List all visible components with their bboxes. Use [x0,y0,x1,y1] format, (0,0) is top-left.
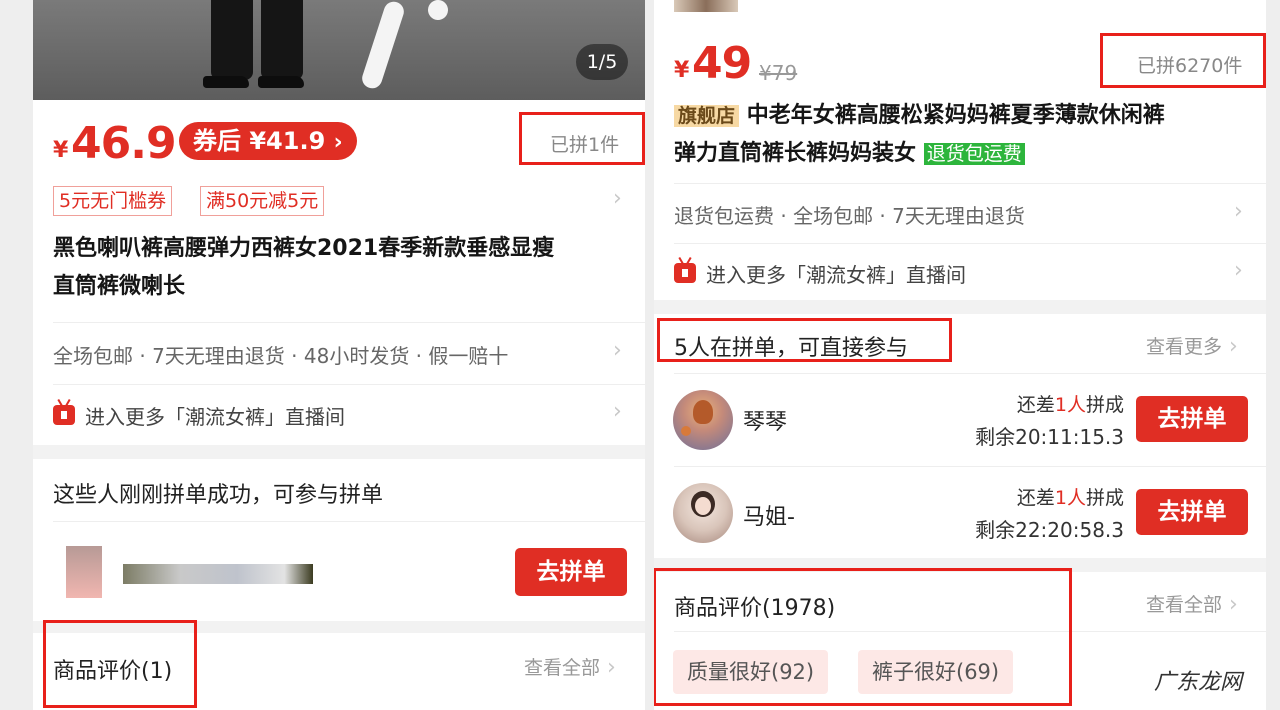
chevron-right-icon: › [1222,592,1238,617]
right-product-panel: ¥ 49 ¥79 已拼6270件 旗舰店 中老年女裤高腰松紧妈妈裤夏季薄款休闲裤… [654,0,1266,710]
need-suffix: 拼成 [1085,487,1124,509]
see-all-label: 查看全部 [1146,594,1223,616]
trouser-leg-left [211,0,253,80]
annotation-box [519,112,645,165]
chevron-right-icon[interactable]: › [613,338,622,363]
chevron-right-icon[interactable]: › [613,186,622,211]
divider [674,243,1266,244]
chevron-right-icon[interactable]: › [1234,258,1243,283]
group-entry: 琴琴 还差1人拼成 剩余20:11:15.3 去拼单 [654,374,1266,466]
price: 49 [692,38,752,89]
group-buy-card: 这些人刚刚拼单成功，可参与拼单 去拼单 [33,459,645,621]
see-all-reviews-link[interactable]: 查看全部 › [524,653,616,680]
left-product-panel: 1/5 ¥ 46.9 券后 ¥41.9 › 已拼1件 5元无门槛券 满50元减5… [33,0,645,710]
avatar [673,390,733,450]
need-number: 1人 [1054,394,1086,416]
annotation-box [43,620,197,708]
product-title-text: 中老年女裤高腰松紧妈妈裤夏季薄款休闲裤 [746,103,1165,128]
service-list[interactable]: 全场包邮 · 7天无理由退货 · 48小时发货 · 假一赔十 [53,340,508,369]
live-room-link[interactable]: 进入更多「潮流女裤」直播间 [85,401,345,430]
see-all-reviews-link[interactable]: 查看全部 › [1146,590,1238,617]
divider [53,322,645,323]
live-tv-icon [674,263,696,283]
blurred-username [123,564,313,584]
live-tv-icon [53,405,75,425]
countdown-timer: 剩余20:11:15.3 [975,425,1124,449]
member-name: 琴琴 [743,410,788,435]
divider [53,384,645,385]
chevron-right-icon: › [333,130,343,155]
join-group-button[interactable]: 去拼单 [1136,396,1248,442]
divider [53,521,645,522]
shoe-right [258,76,304,88]
coupon-price-pill[interactable]: 券后 ¥41.9 › [179,122,357,160]
need-prefix: 还差 [1016,487,1055,509]
coupon-tag[interactable]: 5元无门槛券 [53,186,173,216]
product-image[interactable]: 1/5 [33,0,645,100]
join-group-button[interactable]: 去拼单 [1136,489,1248,535]
product-title-text: 弹力直筒裤长裤妈妈装女 [674,141,917,166]
coupon-price-label: 券后 ¥41.9 [193,127,326,155]
stool-leg [425,0,451,23]
currency-symbol: ¥ [674,58,690,83]
group-entry: 马姐- 还差1人拼成 剩余22:20:58.3 去拼单 [654,467,1266,558]
join-group-button[interactable]: 去拼单 [515,548,627,596]
countdown-timer: 剩余22:20:58.3 [975,518,1124,542]
see-more-link[interactable]: 查看更多 › [1146,332,1238,359]
product-thumbnail[interactable] [674,0,738,12]
annotation-box [1100,33,1266,88]
group-buy-title: 这些人刚刚拼单成功，可参与拼单 [53,483,384,508]
chevron-right-icon[interactable]: › [613,399,622,424]
chevron-right-icon: › [600,655,616,680]
divider [674,183,1266,184]
see-all-label: 查看全部 [524,657,601,679]
discount-tag[interactable]: 满50元减5元 [200,186,325,216]
stool-leg [359,0,407,91]
chevron-right-icon[interactable]: › [1234,199,1243,224]
service-list[interactable]: 退货包运费 · 全场包邮 · 7天无理由退货 [674,200,1025,229]
chevron-right-icon: › [1222,334,1238,359]
need-count: 还差1人拼成 [994,390,1124,417]
blurred-group-user [41,544,331,604]
avatar [673,483,733,543]
product-title-line: 黑色喇叭裤高腰弹力西裤女2021春季新款垂感显瘦 [53,236,555,261]
product-title-line: 旗舰店 中老年女裤高腰松紧妈妈裤夏季薄款休闲裤 [674,97,1254,135]
image-counter: 1/5 [576,44,628,80]
shoe-left [203,76,249,88]
watermark-text: 广东龙网 [1153,670,1242,695]
product-title-line: 弹力直筒裤长裤妈妈装女 退货包运费 [674,135,1254,173]
annotation-box [657,318,952,362]
price: 46.9 [71,118,177,169]
product-title: 旗舰店 中老年女裤高腰松紧妈妈裤夏季薄款休闲裤 弹力直筒裤长裤妈妈装女 退货包运… [674,97,1254,173]
original-price: ¥79 [759,61,798,85]
see-more-label: 查看更多 [1146,336,1223,358]
annotation-box [654,568,1072,706]
product-title-line: 直筒裤微喇长 [53,274,186,299]
need-count: 还差1人拼成 [994,483,1124,510]
need-number: 1人 [1054,487,1086,509]
blurred-avatar [66,546,102,598]
product-title: 黑色喇叭裤高腰弹力西裤女2021春季新款垂感显瘦 直筒裤微喇长 [53,230,633,306]
member-name: 马姐- [743,505,795,530]
flagship-store-badge: 旗舰店 [674,105,740,127]
return-shipping-tag: 退货包运费 [923,143,1025,165]
need-suffix: 拼成 [1085,394,1124,416]
trouser-leg-right [261,0,303,80]
currency-symbol: ¥ [53,138,69,163]
need-prefix: 还差 [1016,394,1055,416]
live-room-link[interactable]: 进入更多「潮流女裤」直播间 [706,259,966,288]
